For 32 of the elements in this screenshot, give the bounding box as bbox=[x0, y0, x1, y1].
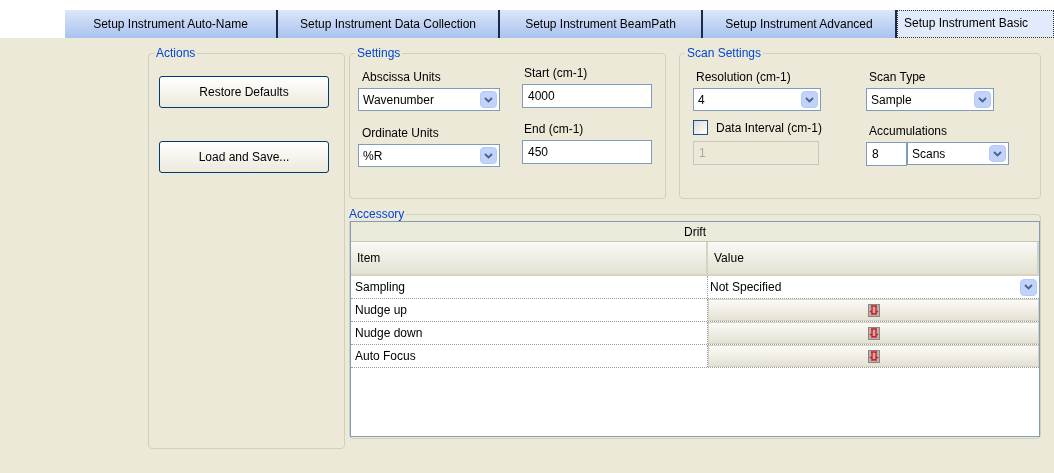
tab[interactable]: Setup Instrument BeamPath bbox=[500, 10, 703, 38]
action-button[interactable]: Load and Save... bbox=[159, 141, 329, 173]
tab[interactable]: Setup Instrument Auto-Name bbox=[65, 10, 278, 38]
tab[interactable]: Setup Instrument Data Collection bbox=[278, 10, 500, 38]
text-field[interactable]: 450 bbox=[522, 140, 652, 164]
action-button[interactable]: Restore Defaults bbox=[159, 76, 329, 108]
group-title: Settings bbox=[356, 46, 402, 60]
text-field[interactable]: 8 bbox=[866, 142, 907, 166]
dropdown[interactable]: Scans bbox=[907, 142, 1009, 165]
column-header: Item bbox=[351, 242, 708, 276]
field-label: Accumulations bbox=[868, 123, 949, 138]
dropdown[interactable]: Wavenumber bbox=[358, 88, 500, 111]
field-label: Resolution (cm-1) bbox=[695, 69, 792, 84]
group-title: Actions bbox=[155, 46, 197, 60]
dropdown[interactable]: Sample bbox=[866, 88, 994, 111]
tab[interactable]: Setup Instrument Advanced bbox=[703, 10, 897, 38]
table-cell: Sampling bbox=[351, 276, 708, 298]
field-label: End (cm-1) bbox=[523, 122, 585, 136]
text-field[interactable]: 4000 bbox=[522, 84, 652, 108]
field-label: Data Interval (cm-1) bbox=[716, 120, 823, 135]
column-header: Value bbox=[708, 242, 1039, 276]
field-label: Abscissa Units bbox=[361, 69, 442, 84]
tab[interactable]: Setup Instrument Basic bbox=[897, 10, 1054, 38]
field-label: Scan Type bbox=[868, 69, 927, 84]
field-label: Start (cm-1) bbox=[523, 66, 589, 80]
dropdown[interactable]: 4 bbox=[693, 88, 821, 111]
dropdown[interactable]: %R bbox=[358, 144, 500, 167]
group-title: Accessory bbox=[348, 207, 406, 221]
dropdown[interactable]: Not Specified bbox=[708, 276, 1039, 298]
field-label: Ordinate Units bbox=[361, 125, 440, 140]
grid-caption: Drift bbox=[351, 222, 1039, 242]
group-title: Scan Settings bbox=[686, 46, 763, 60]
